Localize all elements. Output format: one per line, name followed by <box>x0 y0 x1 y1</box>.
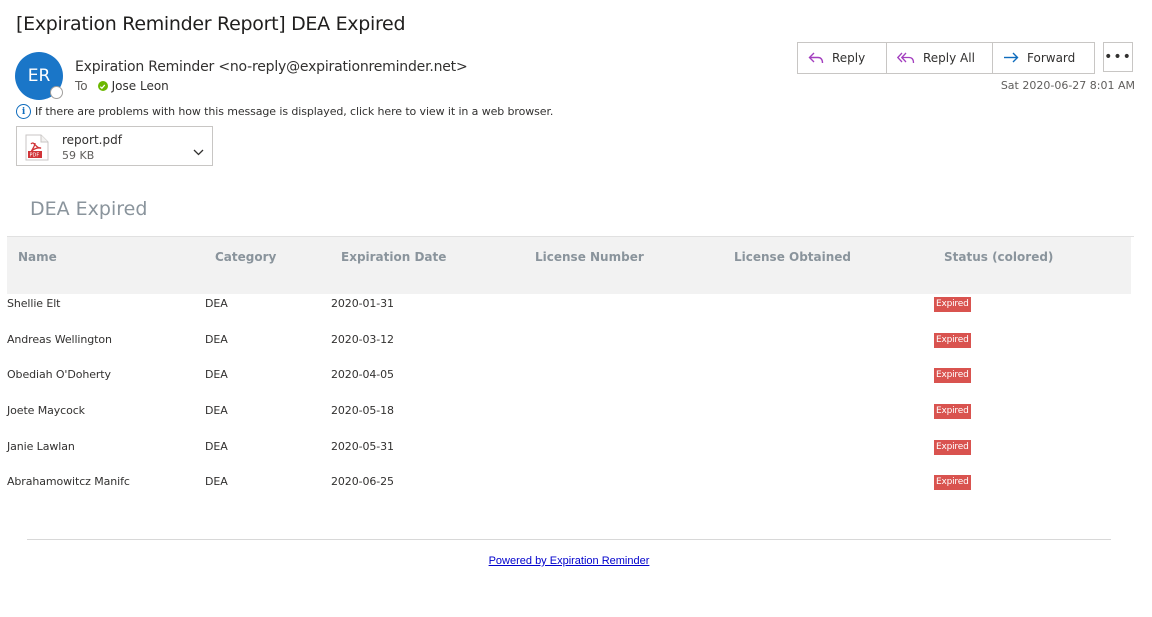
table-header: Name Category Expiration Date License Nu… <box>7 237 1131 294</box>
email-subject: [Expiration Reminder Report] DEA Expired <box>16 13 406 35</box>
attachment-filesize: 59 KB <box>62 149 95 162</box>
column-header-license-obtained: License Obtained <box>734 250 852 264</box>
cell-name: Obediah O'Doherty <box>7 368 111 381</box>
cell-name: Andreas Wellington <box>7 333 112 346</box>
presence-available-icon <box>97 81 108 91</box>
reply-button[interactable]: Reply <box>798 43 887 73</box>
table-row: Obediah O'Doherty DEA 2020-04-05 Expired <box>7 368 1131 390</box>
cell-name: Joete Maycock <box>7 404 85 417</box>
attachment-card[interactable]: PDF report.pdf 59 KB <box>16 126 213 166</box>
reply-icon <box>808 51 824 65</box>
column-header-status: Status (colored) <box>944 250 1054 264</box>
cell-category: DEA <box>205 404 228 417</box>
cell-category: DEA <box>205 333 228 346</box>
status-badge: Expired <box>934 333 971 348</box>
reply-all-icon <box>897 51 915 65</box>
cell-name: Janie Lawlan <box>7 440 75 453</box>
message-date: Sat 2020-06-27 8:01 AM <box>1000 79 1135 92</box>
forward-label: Forward <box>1027 51 1076 65</box>
forward-icon <box>1003 51 1019 65</box>
recipient-name[interactable]: Jose Leon <box>112 79 169 93</box>
status-badge: Expired <box>934 404 971 419</box>
reply-label: Reply <box>832 51 866 65</box>
more-icon: ••• <box>1104 49 1132 65</box>
forward-button[interactable]: Forward <box>993 43 1094 73</box>
cell-expiration-date: 2020-06-25 <box>331 475 394 488</box>
avatar-initials: ER <box>27 66 51 86</box>
status-badge: Expired <box>934 368 971 383</box>
column-header-category: Category <box>215 250 277 264</box>
table-row: Andreas Wellington DEA 2020-03-12 Expire… <box>7 333 1131 355</box>
info-text[interactable]: If there are problems with how this mess… <box>35 105 553 118</box>
info-bar[interactable]: i If there are problems with how this me… <box>16 104 553 119</box>
cell-category: DEA <box>205 440 228 453</box>
cell-expiration-date: 2020-03-12 <box>331 333 394 346</box>
reply-all-button[interactable]: Reply All <box>887 43 993 73</box>
cell-name: Shellie Elt <box>7 297 61 310</box>
table-row: Shellie Elt DEA 2020-01-31 Expired <box>7 297 1131 319</box>
presence-status-icon <box>50 86 63 99</box>
table-row: Joete Maycock DEA 2020-05-18 Expired <box>7 404 1131 426</box>
status-badge: Expired <box>934 440 971 455</box>
status-badge: Expired <box>934 297 971 312</box>
recipient-line: To Jose Leon <box>75 79 169 93</box>
footer-divider <box>27 539 1111 540</box>
footer: Powered by Expiration Reminder <box>0 555 1138 567</box>
cell-expiration-date: 2020-01-31 <box>331 297 394 310</box>
sender-name[interactable]: Expiration Reminder <no-reply@expiration… <box>75 59 468 75</box>
column-header-license-number: License Number <box>535 250 644 264</box>
status-badge: Expired <box>934 475 971 490</box>
cell-category: DEA <box>205 297 228 310</box>
cell-expiration-date: 2020-05-18 <box>331 404 394 417</box>
chevron-down-icon[interactable] <box>193 141 204 160</box>
to-label: To <box>75 79 88 93</box>
attachment-filename: report.pdf <box>62 133 122 147</box>
message-actions: Reply Reply All Forward <box>797 42 1095 74</box>
cell-expiration-date: 2020-04-05 <box>331 368 394 381</box>
cell-name: Abrahamowitcz Manifc <box>7 475 130 488</box>
cell-category: DEA <box>205 368 228 381</box>
reply-all-label: Reply All <box>923 51 975 65</box>
more-actions-button[interactable]: ••• <box>1103 42 1133 72</box>
column-header-expiration-date: Expiration Date <box>341 250 447 264</box>
pdf-file-icon: PDF <box>25 134 49 165</box>
cell-category: DEA <box>205 475 228 488</box>
column-header-name: Name <box>18 250 57 264</box>
table-row: Janie Lawlan DEA 2020-05-31 Expired <box>7 440 1131 462</box>
powered-by-link[interactable]: Powered by Expiration Reminder <box>489 555 650 567</box>
report-title: DEA Expired <box>30 198 148 220</box>
cell-expiration-date: 2020-05-31 <box>331 440 394 453</box>
svg-text:PDF: PDF <box>30 153 40 159</box>
info-icon: i <box>16 104 31 119</box>
table-row: Abrahamowitcz Manifc DEA 2020-06-25 Expi… <box>7 475 1131 497</box>
